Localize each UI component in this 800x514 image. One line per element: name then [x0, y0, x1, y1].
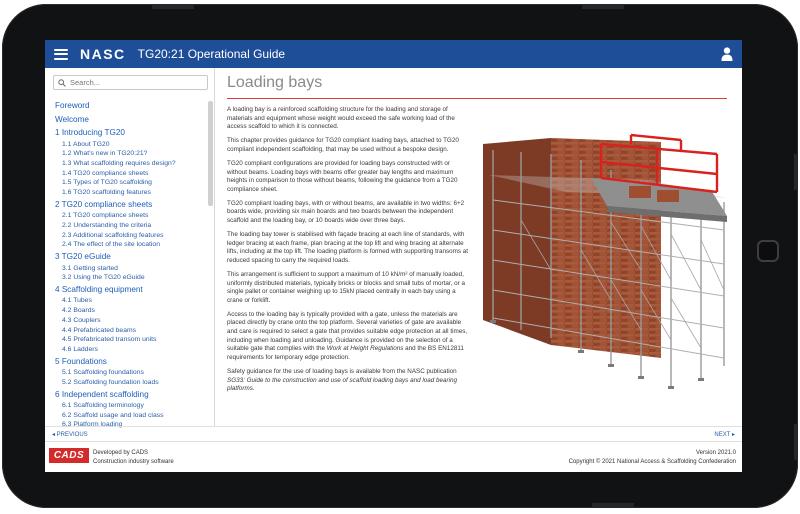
- title-divider: [227, 98, 727, 99]
- previous-link[interactable]: ◂ PREVIOUS: [52, 431, 88, 438]
- toc-item[interactable]: 4.4 Prefabricated beams: [55, 326, 203, 336]
- tablet-hardware-button: [582, 4, 624, 9]
- toc-item[interactable]: 5.2 Scaffolding foundation loads: [55, 378, 203, 388]
- table-of-contents: Foreword Welcome 1 Introducing TG20 1.1 Abo…: [55, 99, 203, 430]
- app-footer: CADS Developed by CADS Construction indu…: [45, 442, 742, 472]
- search-box[interactable]: [53, 75, 208, 90]
- page-navigation: ◂ PREVIOUS NEXT ▸: [45, 426, 742, 442]
- search-input[interactable]: [70, 78, 200, 87]
- loading-bay-illustration: [483, 133, 727, 389]
- paragraph: A loading bay is a reinforced scaffoldin…: [227, 106, 455, 131]
- next-link[interactable]: NEXT ▸: [714, 431, 735, 438]
- version-info: Version 2021.0 Copyright © 2021 National…: [569, 449, 736, 466]
- tablet-hardware-button: [152, 4, 194, 9]
- toc-item[interactable]: 1.5 Types of TG20 scaffolding: [55, 178, 203, 188]
- paragraph: TG20 compliant loading bays, with or wit…: [227, 199, 465, 225]
- text-run: Safety guidance for the use of loading b…: [227, 367, 457, 375]
- toc-section[interactable]: 2 TG20 compliance sheets: [55, 198, 203, 212]
- toc-item[interactable]: 1.1 About TG20: [55, 140, 203, 150]
- toc-item[interactable]: 1.4 TG20 compliance sheets: [55, 169, 203, 179]
- toc-item[interactable]: 2.2 Understanding the criteria: [55, 221, 203, 231]
- toc-item[interactable]: 4.2 Boards: [55, 306, 203, 316]
- toc-section[interactable]: 5 Foundations: [55, 355, 203, 369]
- version-label: Version 2021.0: [695, 450, 736, 456]
- tablet-hardware-button: [794, 154, 798, 190]
- paragraph: This arrangement is sufficient to suppor…: [227, 271, 465, 304]
- app-screen: NASC TG20:21 Operational Guide ForewordW…: [45, 40, 742, 472]
- toc-item[interactable]: 1.2 What's new in TG20:21?: [55, 149, 203, 159]
- toc-section[interactable]: 1 Introducing TG20: [55, 126, 203, 140]
- developer-tagline: Construction industry software: [93, 458, 174, 465]
- paragraph: Access to the loading bay is typically p…: [227, 311, 470, 363]
- brand-logo: NASC: [80, 46, 126, 62]
- developer-line: Developed by CADS: [93, 450, 149, 456]
- toc-item[interactable]: 4.5 Prefabricated transom units: [55, 335, 203, 345]
- toc-item[interactable]: 3.2 Using the TG20 eGuide: [55, 273, 203, 283]
- page-title: Loading bays: [227, 74, 323, 91]
- toc-section[interactable]: Foreword: [55, 99, 203, 113]
- toc-item[interactable]: 5.1 Scaffolding foundations: [55, 368, 203, 378]
- toc-item[interactable]: 2.1 TG20 compliance sheets: [55, 211, 203, 221]
- paragraph: Safety guidance for the use of loading b…: [227, 368, 470, 394]
- article-body: A loading bay is a reinforced scaffoldin…: [227, 106, 470, 399]
- tablet-hardware-button: [592, 503, 634, 508]
- developer-credit: Developed by CADS Construction industry …: [93, 449, 174, 466]
- sidebar: ForewordWelcome1 Introducing TG201.1 Abo…: [45, 68, 215, 428]
- toc-item[interactable]: 2.3 Additional scaffolding features: [55, 231, 203, 241]
- toc-section[interactable]: Welcome: [55, 113, 203, 127]
- toc-section[interactable]: 6 Independent scaffolding: [55, 388, 203, 402]
- emphasis: SG33: Guide to the construction and use …: [227, 376, 457, 393]
- tablet-hardware-button: [794, 424, 798, 460]
- toc-section[interactable]: 3 TG20 eGuide: [55, 250, 203, 264]
- toc-item[interactable]: 3.1 Getting started: [55, 264, 203, 274]
- toc-item[interactable]: 6.1 Scaffolding terminology: [55, 401, 203, 411]
- toc-item[interactable]: 4.3 Couplers: [55, 316, 203, 326]
- home-button[interactable]: [757, 240, 779, 262]
- paragraph: TG20 compliant configurations are provid…: [227, 159, 458, 193]
- menu-icon[interactable]: [54, 48, 68, 60]
- toc-item[interactable]: 4.1 Tubes: [55, 296, 203, 306]
- main-content: Loading bays A loading bay is a reinforc…: [216, 68, 742, 426]
- app-header: NASC TG20:21 Operational Guide: [45, 40, 742, 68]
- emphasis: Work at Height Regulations: [326, 345, 404, 353]
- toc-section[interactable]: 4 Scaffolding equipment: [55, 283, 203, 297]
- toc-item[interactable]: 1.3 What scaffolding requires design?: [55, 159, 203, 169]
- copyright-text: Copyright © 2021 National Access & Scaff…: [568, 458, 736, 465]
- toc-item[interactable]: 4.6 Ladders: [55, 345, 203, 355]
- toc-item[interactable]: 2.4 The effect of the site location: [55, 240, 203, 250]
- toc-item[interactable]: 6.2 Scaffold usage and load class: [55, 411, 203, 421]
- toc-item[interactable]: 1.6 TG20 scaffolding features: [55, 188, 203, 198]
- sidebar-scrollbar[interactable]: [208, 101, 213, 206]
- paragraph: The loading bay tower is stabilised with…: [227, 231, 469, 264]
- search-icon: [58, 78, 66, 87]
- paragraph: This chapter provides guidance for TG20 …: [227, 137, 459, 153]
- cads-logo: CADS: [49, 448, 89, 463]
- user-icon[interactable]: [721, 47, 733, 61]
- app-title: TG20:21 Operational Guide: [137, 47, 286, 61]
